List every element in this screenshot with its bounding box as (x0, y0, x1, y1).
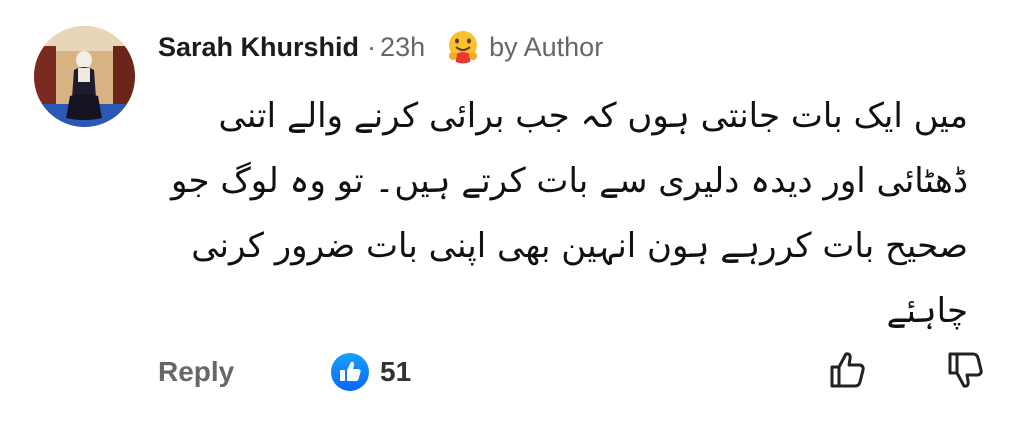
like-badge-icon (330, 352, 370, 392)
like-count: 51 (380, 356, 412, 387)
comment-line: صحیح بات کررہے ہون انہین بھی اپنی بات ضر… (191, 226, 968, 266)
avatar[interactable] (34, 26, 135, 127)
separator-dot: · (367, 31, 377, 62)
comment-body: میں ایک بات جانتی ہوں کہ جب برائی کرنے و… (158, 84, 968, 344)
comment-line: ڈھٹائی اور دیدہ دلیری سے بات کرتے ہیں۔ ت… (170, 161, 968, 201)
comment: Sarah Khurshid · 23h by Author میں ایک ب… (0, 0, 1024, 434)
reaction-summary[interactable]: 51 (330, 352, 411, 392)
hugging-face-emoji-icon (445, 29, 481, 65)
author-name[interactable]: Sarah Khurshid (158, 32, 359, 63)
comment-line: چاہئے (886, 291, 968, 331)
timestamp[interactable]: 23h (380, 32, 425, 63)
thumb-down-outline-icon[interactable] (944, 348, 988, 397)
thumb-up-outline-icon[interactable] (826, 348, 870, 397)
comment-line: میں ایک بات جانتی ہوں کہ جب برائی کرنے و… (218, 96, 968, 136)
comment-actions: Reply 51 (158, 348, 988, 400)
comment-header: Sarah Khurshid · 23h by Author (158, 28, 603, 66)
reply-button[interactable]: Reply (158, 356, 234, 388)
author-badge-label: by Author (489, 31, 604, 62)
